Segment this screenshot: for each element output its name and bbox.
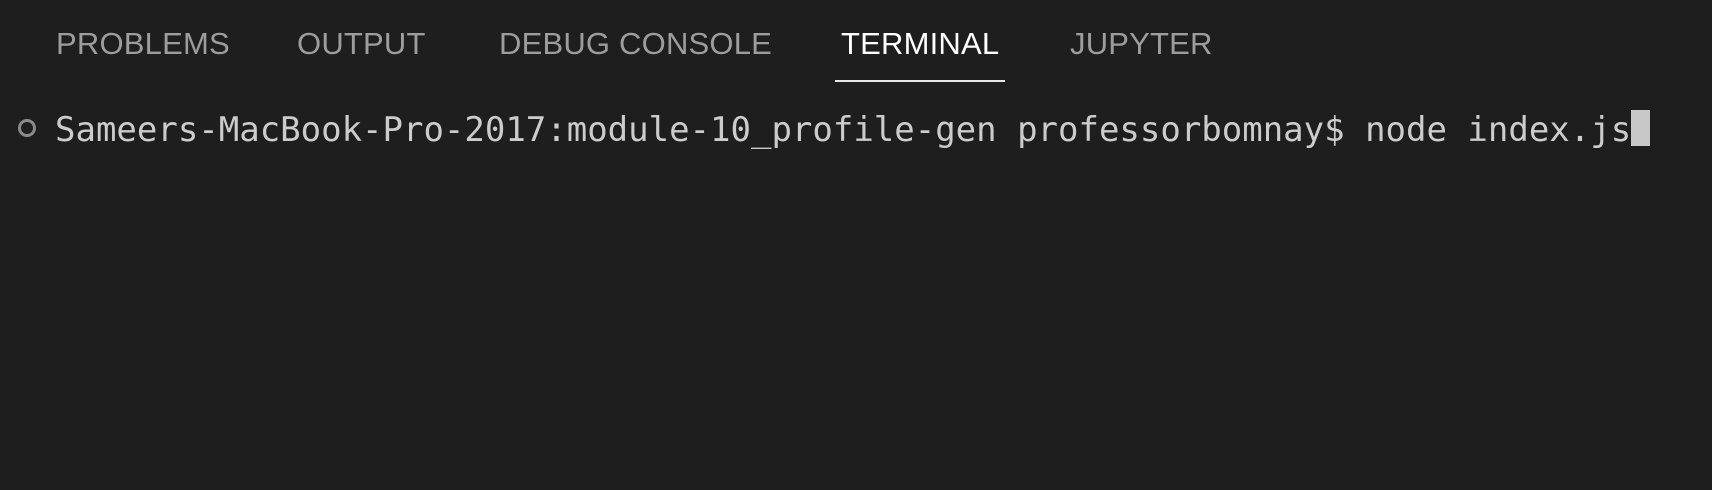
bottom-panel: PROBLEMS OUTPUT DEBUG CONSOLE TERMINAL J… <box>0 0 1712 490</box>
terminal-command: node index.js <box>1365 110 1632 150</box>
panel-tab-bar: PROBLEMS OUTPUT DEBUG CONSOLE TERMINAL J… <box>0 0 1712 82</box>
terminal-line-text: Sameers-MacBook-Pro-2017:module-10_profi… <box>55 108 1651 152</box>
terminal-prompt: Sameers-MacBook-Pro-2017:module-10_profi… <box>55 110 1345 150</box>
tab-debug-console[interactable]: DEBUG CONSOLE <box>493 0 778 82</box>
tab-terminal[interactable]: TERMINAL <box>835 0 1006 82</box>
tab-jupyter[interactable]: JUPYTER <box>1064 0 1219 82</box>
tab-output[interactable]: OUTPUT <box>291 0 432 82</box>
circle-outline-icon[interactable] <box>18 119 36 137</box>
tab-problems[interactable]: PROBLEMS <box>50 0 236 82</box>
block-cursor-icon <box>1631 110 1651 146</box>
terminal-line: Sameers-MacBook-Pro-2017:module-10_profi… <box>0 108 1712 152</box>
terminal-area[interactable]: Sameers-MacBook-Pro-2017:module-10_profi… <box>0 82 1712 490</box>
